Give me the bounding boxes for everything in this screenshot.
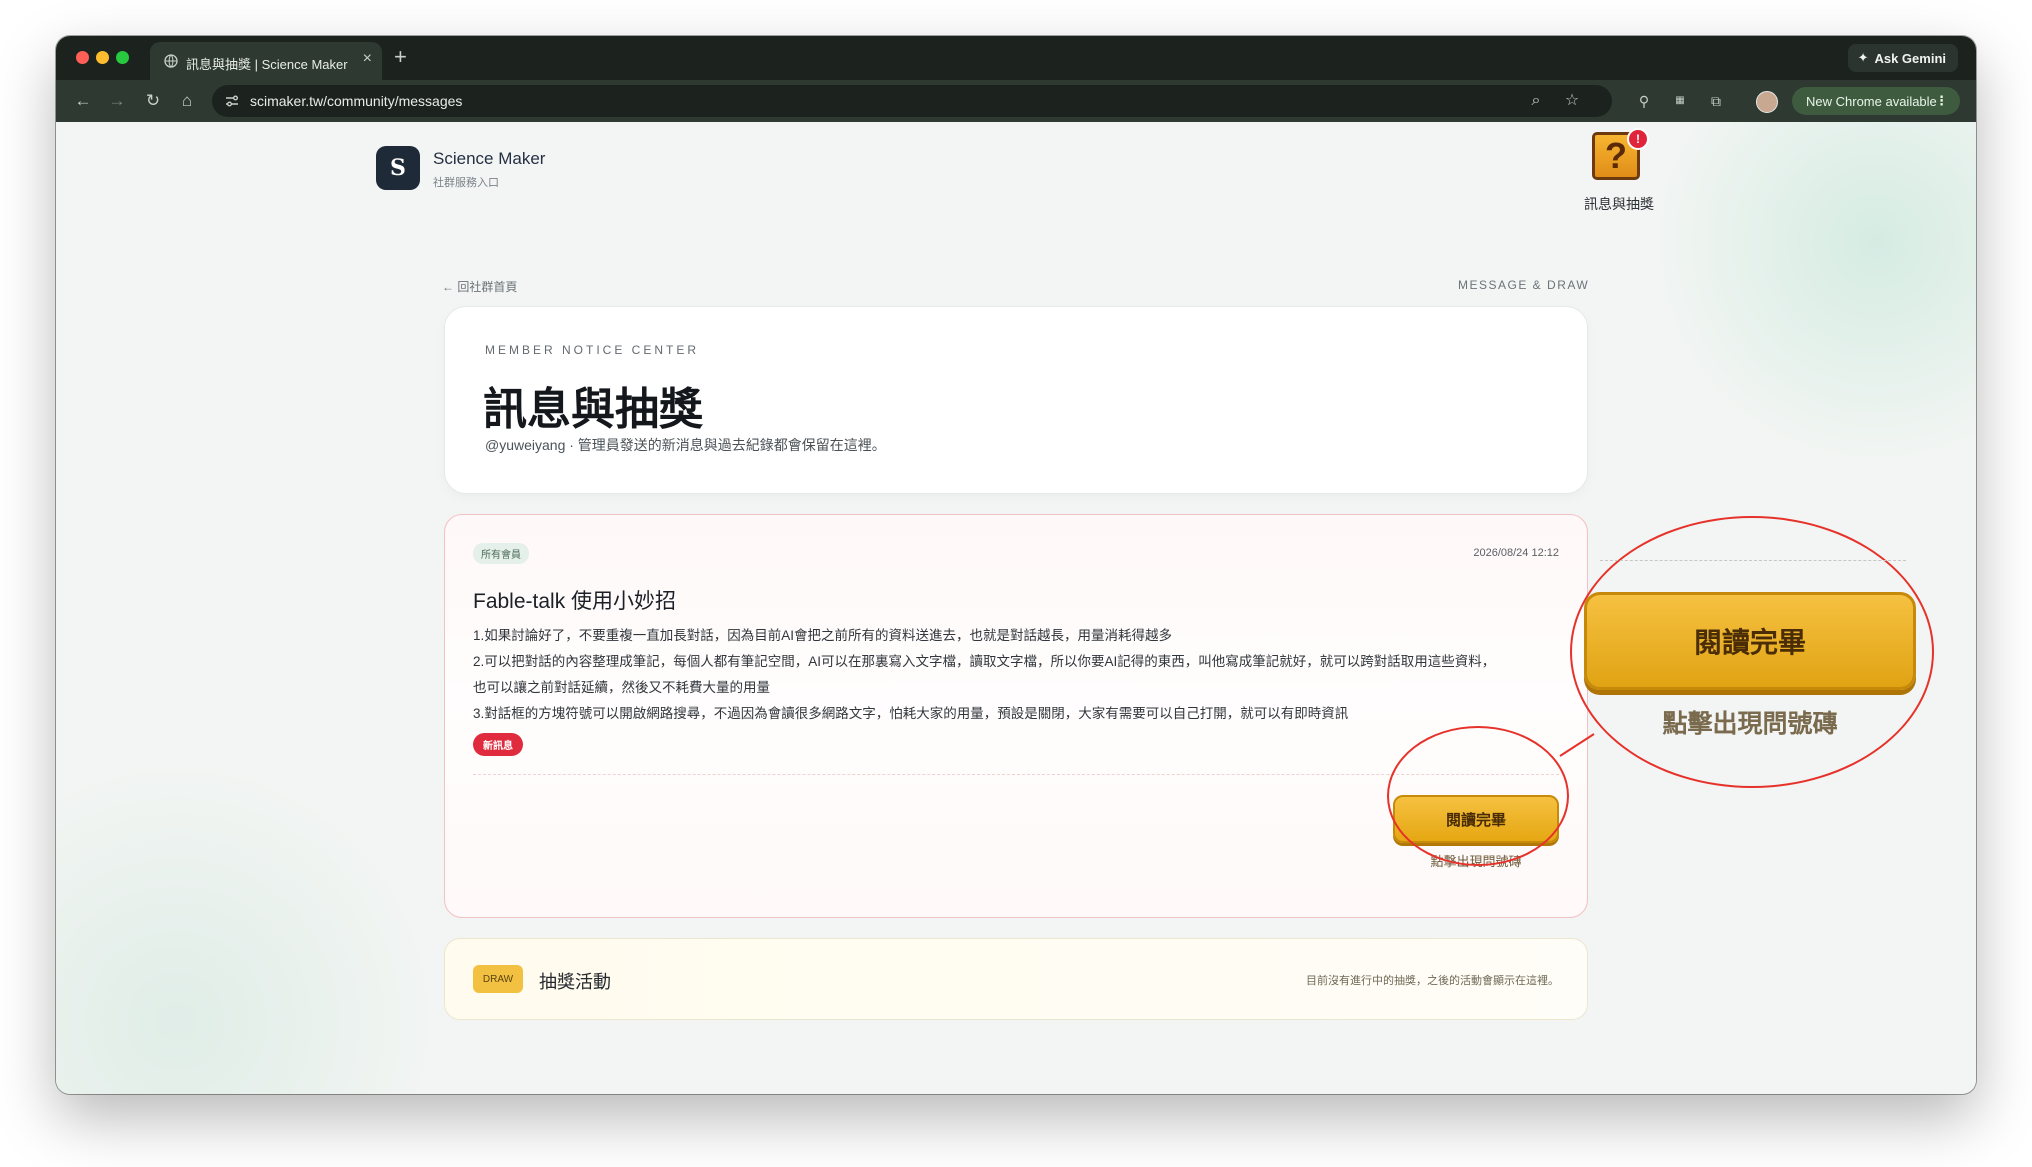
new-chrome-label: New Chrome available xyxy=(1806,93,1937,109)
zoom-mark-read-button: 閱讀完畢 xyxy=(1584,592,1916,690)
audience-tag: 所有會員 xyxy=(473,543,529,564)
new-tab-button[interactable]: + xyxy=(394,44,407,70)
notification-badge: ! xyxy=(1627,128,1649,150)
message-line: 3.對話框的方塊符號可以開啟網路搜尋，不過因為會讀很多網路文字，怕耗大家的用量，… xyxy=(473,706,1349,721)
message-card: 所有會員 2026/08/24 12:12 Fable-talk 使用小妙招 1… xyxy=(444,514,1588,918)
more-menu-icon[interactable]: ⋮ xyxy=(1935,93,1948,109)
draw-card: DRAW 抽獎活動 目前沒有進行中的抽獎，之後的活動會顯示在這裡。 xyxy=(444,938,1588,1020)
browser-toolbar: ← → ↻ ⌂ scimaker.tw/community/messages ⌕… xyxy=(56,80,1976,122)
back-arrow-icon[interactable]: ← xyxy=(72,90,94,112)
draw-note: 目前沒有進行中的抽獎，之後的活動會顯示在這裡。 xyxy=(1306,975,1559,987)
message-body: 1.如果討論好了，不要重複一直加長對話，因為目前AI會把之前所有的資料送進去，也… xyxy=(473,623,1563,727)
globe-icon xyxy=(164,54,178,68)
address-bar[interactable]: scimaker.tw/community/messages ⌕ ☆ xyxy=(212,85,1612,117)
highlight-circle xyxy=(1387,726,1569,866)
header-card: MEMBER NOTICE CENTER 訊息與抽獎 @yuweiyang · … xyxy=(444,306,1588,494)
page-title: 訊息與抽獎 xyxy=(483,384,703,435)
section-label: MESSAGE & DRAW xyxy=(1458,278,1590,292)
zoom-icon[interactable]: ⌕ xyxy=(1526,91,1546,111)
message-line: 2.可以把對話的內容整理成筆記，每個人都有筆記空間，AI可以在那裏寫入文字檔，讀… xyxy=(473,654,1496,669)
tab-bar: 訊息與抽獎 | Science Maker × + ✦ Ask Gemini xyxy=(56,36,1976,80)
close-window-button[interactable] xyxy=(76,51,89,64)
zoom-mark-read-hint: 點擊出現問號磚 xyxy=(1662,710,1838,738)
message-line: 也可以讓之前對話延續，然後又不耗費大量的用量 xyxy=(473,680,770,695)
back-to-community-link[interactable]: ← 回社群首頁 xyxy=(442,278,517,295)
new-message-badge: 新訊息 xyxy=(473,733,523,756)
tab-title: 訊息與抽獎 | Science Maker xyxy=(186,57,348,72)
message-line: 1.如果討論好了，不要重複一直加長對話，因為目前AI會把之前所有的資料送進去，也… xyxy=(473,628,1173,643)
message-date: 2026/08/24 12:12 xyxy=(1473,547,1559,559)
site-settings-icon[interactable] xyxy=(224,93,240,109)
brand-logo[interactable]: S xyxy=(376,146,420,190)
browser-tab[interactable]: 訊息與抽獎 | Science Maker × xyxy=(150,42,382,80)
close-tab-icon[interactable]: × xyxy=(363,50,372,68)
eyebrow-label: MEMBER NOTICE CENTER xyxy=(485,343,700,357)
brand-name: Science Maker xyxy=(433,149,546,168)
page-subtitle: @yuweiyang · 管理員發送的新消息與過去紀錄都會保留在這裡。 xyxy=(485,437,886,453)
maximize-window-button[interactable] xyxy=(116,51,129,64)
profile-avatar[interactable] xyxy=(1756,91,1778,113)
message-draw-shortcut[interactable]: ? ! 訊息與抽獎 xyxy=(1580,128,1654,212)
brand-subtitle: 社群服務入口 xyxy=(433,177,499,189)
draw-title: 抽獎活動 xyxy=(539,972,611,992)
message-title: Fable-talk 使用小妙招 xyxy=(473,590,677,613)
sparkle-icon: ✦ xyxy=(1857,50,1869,65)
bookmark-star-icon[interactable]: ☆ xyxy=(1562,91,1582,111)
extensions-puzzle-icon[interactable]: ⧉ xyxy=(1706,91,1726,111)
home-icon[interactable]: ⌂ xyxy=(176,90,198,112)
reload-icon[interactable]: ↻ xyxy=(142,90,164,112)
forward-arrow-icon[interactable]: → xyxy=(106,90,128,112)
extension-dropper-icon[interactable]: ⚲ xyxy=(1634,91,1654,111)
extension-off-icon[interactable]: ▦ xyxy=(1670,91,1690,111)
draw-tag: DRAW xyxy=(473,965,523,993)
zoom-divider xyxy=(1600,560,1906,561)
url-text: scimaker.tw/community/messages xyxy=(250,93,463,109)
ask-gemini-button[interactable]: ✦ Ask Gemini xyxy=(1847,44,1958,72)
shortcut-label: 訊息與抽獎 xyxy=(1584,196,1654,212)
minimize-window-button[interactable] xyxy=(96,51,109,64)
ask-gemini-label: Ask Gemini xyxy=(1874,50,1946,66)
new-chrome-available-button[interactable]: New Chrome available ⋮ xyxy=(1792,87,1960,115)
